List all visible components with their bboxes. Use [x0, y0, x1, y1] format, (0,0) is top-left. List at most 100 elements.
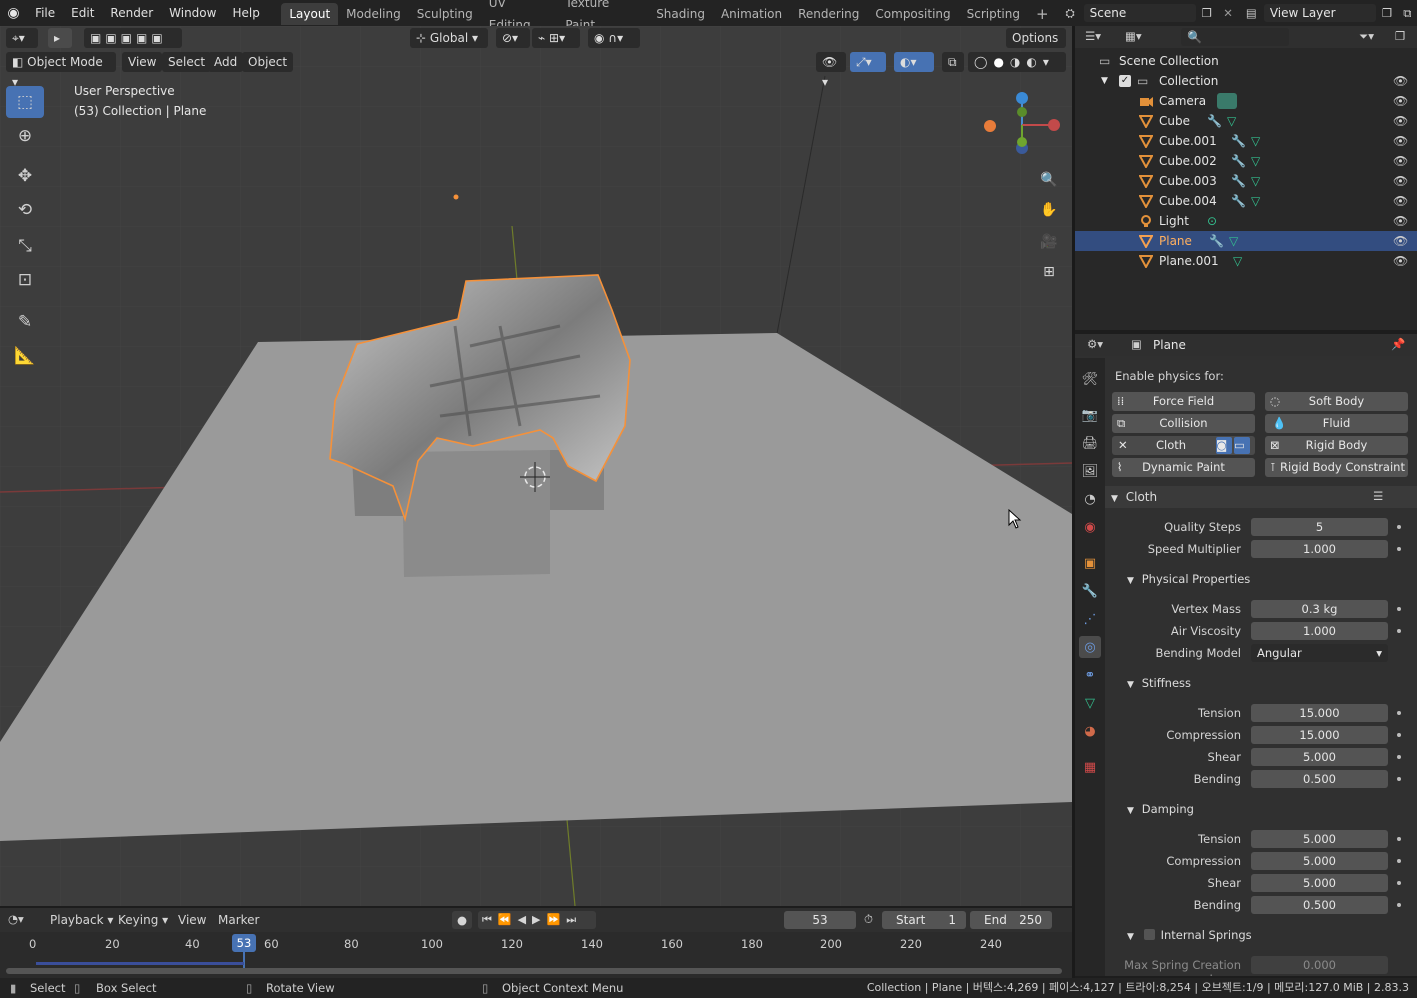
tab-layout[interactable]: Layout: [281, 3, 339, 25]
mesh-data-icon[interactable]: ▽: [1227, 111, 1236, 131]
tab-output[interactable]: 🖨: [1079, 432, 1101, 454]
eye-icon[interactable]: 👁: [1393, 211, 1408, 231]
outliner-item-camera[interactable]: Camera 👁: [1075, 91, 1417, 111]
damping-subpanel[interactable]: ▼ Damping: [1127, 802, 1194, 816]
tab-particles[interactable]: ⋰: [1079, 608, 1101, 630]
eye-icon[interactable]: 👁: [1393, 71, 1408, 91]
new-scene-icon[interactable]: ❐: [1196, 6, 1217, 20]
tab-rendering[interactable]: Rendering: [790, 3, 867, 25]
wrench-icon[interactable]: 🔧: [1231, 151, 1246, 171]
gizmo-toggle[interactable]: ⤢▾: [850, 52, 886, 72]
scene-icon[interactable]: ⛭: [1057, 6, 1084, 21]
outliner-item-light[interactable]: Light ⊙ 👁: [1075, 211, 1417, 231]
tab-sculpting[interactable]: Sculpting: [409, 3, 481, 25]
internal-springs-checkbox[interactable]: [1143, 929, 1155, 940]
outliner-item-cube-003[interactable]: Cube.003 🔧 ▽ 👁: [1075, 171, 1417, 191]
camera-view-icon[interactable]: 🎥: [1036, 229, 1062, 255]
select-box-tool[interactable]: ⬚: [6, 86, 44, 118]
menu-render[interactable]: Render: [102, 0, 161, 26]
view-layer-field[interactable]: View Layer: [1263, 4, 1377, 22]
delete-scene-icon[interactable]: ✕: [1217, 6, 1238, 20]
eye-icon[interactable]: 👁: [1393, 151, 1408, 171]
mesh-data-icon[interactable]: ▽: [1229, 231, 1238, 251]
tab-render[interactable]: 📷: [1079, 404, 1101, 426]
overlay-toggle[interactable]: ◐▾: [894, 52, 934, 72]
mesh-data-icon[interactable]: ▽: [1233, 251, 1242, 271]
tab-view-layer[interactable]: 🖼: [1079, 460, 1101, 482]
outliner-item-cube-001[interactable]: Cube.001 🔧 ▽ 👁: [1075, 131, 1417, 151]
tab-object[interactable]: ▣: [1079, 552, 1101, 574]
stiffness-compression-field[interactable]: 15.000: [1251, 726, 1388, 744]
menu-keying[interactable]: Keying ▾: [118, 913, 168, 927]
new-view-layer-icon[interactable]: ❐: [1376, 6, 1397, 20]
outliner-item-plane-001[interactable]: Plane.001 ▽ 👁: [1075, 251, 1417, 271]
mesh-data-icon[interactable]: ▽: [1251, 171, 1260, 191]
scene-field[interactable]: Scene: [1083, 4, 1197, 22]
keyframe-dot-icon[interactable]: [1397, 733, 1401, 737]
visibility-toggle[interactable]: 👁▾: [816, 52, 846, 89]
checkbox-icon[interactable]: ✓: [1119, 75, 1131, 87]
timeline-scrollbar[interactable]: [6, 968, 1062, 974]
render-toggle-icon[interactable]: ◙: [1216, 437, 1232, 454]
display-mode-dropdown[interactable]: ▦▾: [1125, 29, 1142, 43]
tab-scene[interactable]: ◔: [1079, 488, 1101, 510]
tab-texture[interactable]: ▦: [1079, 756, 1101, 778]
dynamic-paint-button[interactable]: ⌇ Dynamic Paint: [1112, 458, 1255, 477]
tab-material[interactable]: ◕: [1079, 720, 1101, 742]
tab-physics[interactable]: ◎: [1079, 636, 1101, 658]
mesh-data-icon[interactable]: ▽: [1251, 191, 1260, 211]
keyframe-dot-icon[interactable]: [1397, 547, 1401, 551]
outliner-item-cube-002[interactable]: Cube.002 🔧 ▽ 👁: [1075, 151, 1417, 171]
shading-buttons[interactable]: ◯●◑◐▾: [968, 52, 1066, 72]
tab-modeling[interactable]: Modeling: [338, 3, 409, 25]
select-tool-mode[interactable]: ▸: [48, 28, 72, 48]
collection-row[interactable]: ▼ ✓ ▭ Collection 👁: [1075, 71, 1417, 91]
speed-multiplier-field[interactable]: 1.000: [1251, 540, 1388, 558]
presets-icon[interactable]: ☰: [1373, 489, 1383, 503]
keyframe-dot-icon[interactable]: [1397, 755, 1401, 759]
wrench-icon[interactable]: 🔧: [1231, 171, 1246, 191]
stopwatch-icon[interactable]: ⏱: [864, 912, 873, 927]
tab-constraints[interactable]: ⚭: [1079, 664, 1101, 686]
new-collection-icon[interactable]: ❐: [1395, 29, 1405, 43]
rigid-body-constraint-button[interactable]: ⊺ Rigid Body Constraint: [1265, 458, 1408, 477]
bending-model-dropdown[interactable]: Angular ▾: [1251, 644, 1388, 662]
mesh-data-icon[interactable]: ▽: [1251, 131, 1260, 151]
selection-mode-buttons[interactable]: ▣▣▣▣▣: [84, 28, 182, 48]
record-button[interactable]: ●: [452, 911, 472, 929]
blender-logo-icon[interactable]: ◉: [0, 5, 27, 21]
camera-data-icon[interactable]: [1217, 93, 1237, 109]
stiffness-subpanel[interactable]: ▼ Stiffness: [1127, 676, 1191, 690]
tab-world[interactable]: ◉: [1079, 516, 1101, 538]
remove-cloth-icon[interactable]: ✕: [1118, 436, 1128, 455]
menu-add[interactable]: Add: [208, 52, 244, 72]
max-spring-field[interactable]: 0.000: [1251, 956, 1388, 974]
tab-shading[interactable]: Shading: [648, 3, 713, 25]
wrench-icon[interactable]: 🔧: [1231, 191, 1246, 211]
stiffness-bending-field[interactable]: 0.500: [1251, 770, 1388, 788]
keyframe-dot-icon[interactable]: [1397, 525, 1401, 529]
cursor-tool[interactable]: ⊕: [6, 120, 44, 152]
timeline-editor-type[interactable]: ◔▾: [8, 912, 24, 926]
viewport-scene[interactable]: [0, 26, 1072, 906]
damping-bending-field[interactable]: 0.500: [1251, 896, 1388, 914]
menu-file[interactable]: File: [27, 0, 63, 26]
quality-steps-field[interactable]: 5: [1251, 518, 1388, 536]
outliner-item-plane[interactable]: Plane 🔧 ▽ 👁: [1075, 231, 1417, 251]
light-data-icon[interactable]: ⊙: [1207, 211, 1217, 231]
playhead[interactable]: 53: [232, 934, 256, 952]
stiffness-shear-field[interactable]: 5.000: [1251, 748, 1388, 766]
zoom-icon[interactable]: 🔍: [1036, 167, 1062, 193]
keyframe-dot-icon[interactable]: [1397, 837, 1401, 841]
eye-icon[interactable]: 👁: [1393, 191, 1408, 211]
menu-help[interactable]: Help: [224, 0, 267, 26]
pivot-point-dropdown[interactable]: ⊘▾: [496, 28, 530, 48]
measure-tool[interactable]: 📐: [6, 340, 44, 372]
eye-icon[interactable]: 👁: [1393, 131, 1408, 151]
rotate-tool[interactable]: ⟲: [6, 194, 44, 226]
filter-icon[interactable]: ⏷▾: [1359, 29, 1374, 44]
cloth-button[interactable]: ✕ Cloth ◙ ▭: [1112, 436, 1255, 455]
perspective-grid-icon[interactable]: ⊞: [1036, 259, 1062, 285]
keyframe-dot-icon[interactable]: [1397, 859, 1401, 863]
damping-tension-field[interactable]: 5.000: [1251, 830, 1388, 848]
